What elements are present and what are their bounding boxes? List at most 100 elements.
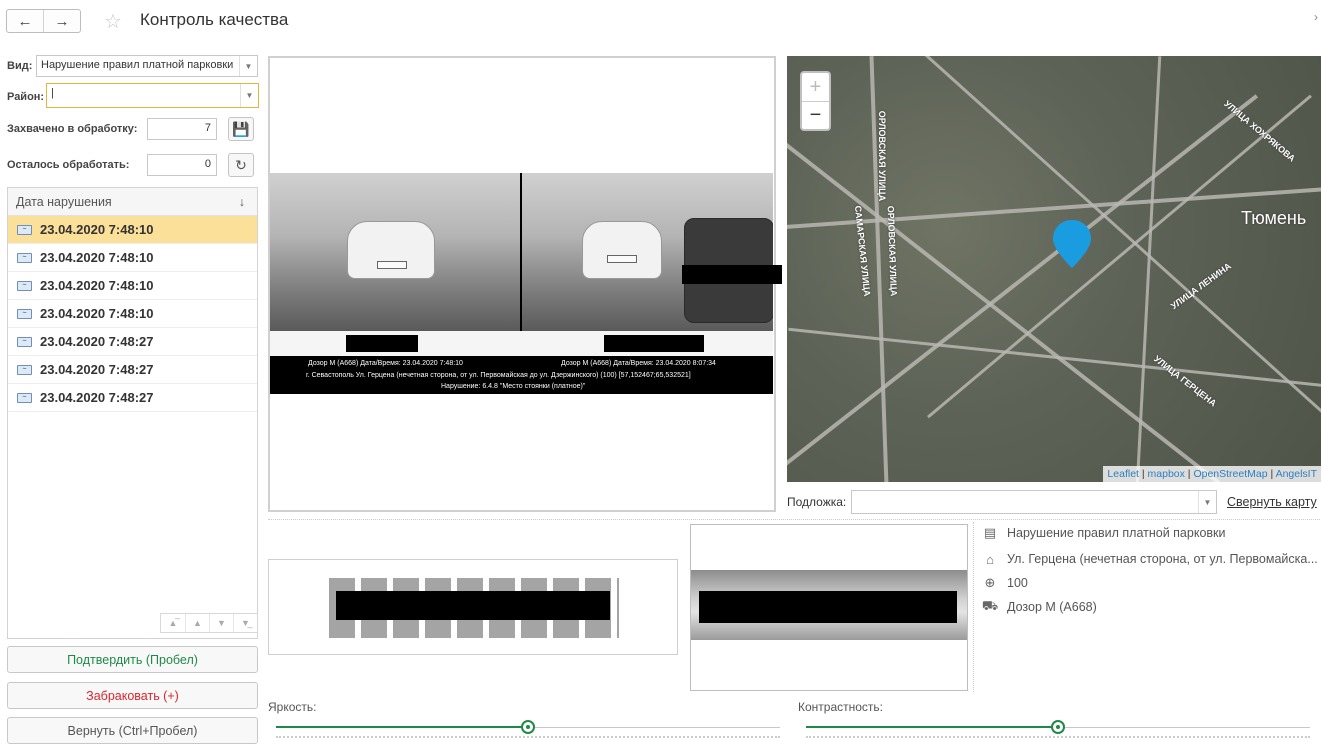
attrib-angelsit-link[interactable]: AngelsIT bbox=[1276, 468, 1317, 480]
slider-handle[interactable] bbox=[521, 720, 535, 734]
column-violation-date[interactable]: Дата нарушения bbox=[16, 195, 112, 209]
return-button[interactable]: Вернуть (Ctrl+Пробел) bbox=[7, 717, 258, 744]
district-label: Район: bbox=[7, 91, 45, 103]
dropdown-arrow-icon[interactable]: ▼ bbox=[239, 56, 257, 76]
table-row[interactable]: ~23.04.2020 7:48:27 bbox=[8, 356, 257, 384]
info-device: ⛟ Дозор М (А668) bbox=[981, 597, 1097, 617]
record-icon: ~ bbox=[17, 364, 32, 375]
page-title: Контроль качества bbox=[140, 10, 289, 29]
sort-down-icon[interactable]: ↓ bbox=[239, 195, 245, 209]
info-address-text: Ул. Герцена (нечетная сторона, от ул. Пе… bbox=[1007, 552, 1318, 566]
camera-frame-right bbox=[522, 173, 773, 331]
map-city-label: Тюмень bbox=[1241, 208, 1307, 228]
map-road bbox=[927, 94, 1312, 419]
scroll-down-icon[interactable]: ▼ bbox=[209, 614, 233, 632]
kind-label: Вид: bbox=[7, 60, 33, 72]
truck-icon: ⛟ bbox=[981, 598, 999, 613]
slider-ticks bbox=[276, 736, 780, 740]
car-image bbox=[582, 221, 662, 279]
attrib-leaflet-link[interactable]: Leaflet bbox=[1107, 468, 1139, 480]
slider-ticks bbox=[806, 736, 1310, 740]
reject-button[interactable]: Забраковать (+) bbox=[7, 682, 258, 709]
scroll-up-icon[interactable]: ▲ bbox=[185, 614, 209, 632]
info-zone-text: 100 bbox=[1007, 576, 1028, 590]
row-date: 23.04.2020 7:48:27 bbox=[40, 390, 154, 405]
caption-address: г. Севастополь Ул. Герцена (нечетная сто… bbox=[306, 372, 691, 379]
row-date: 23.04.2020 7:48:27 bbox=[40, 334, 154, 349]
record-icon: ~ bbox=[17, 252, 32, 263]
slider-fill bbox=[276, 726, 528, 728]
map-marker-icon[interactable] bbox=[1049, 216, 1095, 272]
info-device-text: Дозор М (А668) bbox=[1007, 600, 1097, 614]
record-icon: ~ bbox=[17, 308, 32, 319]
map-attribution: Leaflet | mapbox | OpenStreetMap | Angel… bbox=[1103, 466, 1321, 482]
district-input[interactable]: | bbox=[51, 87, 54, 99]
chevron-right-icon[interactable]: › bbox=[1314, 10, 1318, 24]
redaction bbox=[604, 335, 704, 352]
redaction bbox=[346, 335, 418, 352]
table-body: ~23.04.2020 7:48:10 ~23.04.2020 7:48:10 ~2… bbox=[8, 216, 257, 412]
table-row[interactable]: ~23.04.2020 7:48:10 bbox=[8, 244, 257, 272]
table-row[interactable]: ~23.04.2020 7:48:10 bbox=[8, 300, 257, 328]
row-date: 23.04.2020 7:48:10 bbox=[40, 306, 154, 321]
dropdown-arrow-icon[interactable]: ▼ bbox=[240, 84, 258, 107]
brightness-slider[interactable] bbox=[276, 718, 780, 740]
record-icon: ~ bbox=[17, 280, 32, 291]
contrast-slider[interactable] bbox=[806, 718, 1310, 740]
kind-select[interactable]: Нарушение правил платной парковки ▼ bbox=[36, 55, 258, 77]
plate-crop-box bbox=[690, 524, 968, 691]
caption-left: Дозор М (А668) Дата/Время: 23.04.2020 7:… bbox=[308, 360, 463, 367]
attrib-mapbox-link[interactable]: mapbox bbox=[1148, 468, 1185, 480]
redaction bbox=[682, 265, 782, 284]
map-view[interactable]: + − Тюмень ОРЛОВСКАЯ УЛИЦА САМАРСКАЯ УЛИ… bbox=[787, 56, 1321, 482]
remaining-field: 0 bbox=[147, 154, 217, 176]
remaining-label: Осталось обработать: bbox=[7, 159, 130, 171]
row-date: 23.04.2020 7:48:27 bbox=[40, 362, 154, 377]
scroll-bottom-icon[interactable]: ▼̲ bbox=[233, 614, 257, 632]
nav-buttons: ← → bbox=[6, 9, 81, 33]
car-image bbox=[347, 221, 435, 279]
divider bbox=[973, 522, 974, 692]
row-date: 23.04.2020 7:48:10 bbox=[40, 278, 154, 293]
redaction bbox=[336, 591, 610, 620]
map-road bbox=[1135, 56, 1162, 482]
slider-handle[interactable] bbox=[1051, 720, 1065, 734]
arrow-left-icon[interactable]: ← bbox=[7, 10, 43, 32]
star-icon[interactable]: ☆ bbox=[104, 9, 122, 34]
table-row[interactable]: ~23.04.2020 7:48:27 bbox=[8, 328, 257, 356]
refresh-button[interactable]: ↻ bbox=[228, 153, 254, 177]
table-header[interactable]: Дата нарушения ↓ bbox=[8, 188, 257, 216]
captured-field: 7 bbox=[147, 118, 217, 140]
table-row[interactable]: ~23.04.2020 7:48:10 bbox=[8, 216, 257, 244]
scroll-top-icon[interactable]: ▲̅ bbox=[161, 614, 185, 632]
slider-fill bbox=[806, 726, 1058, 728]
collapse-map-link[interactable]: Свернуть карту bbox=[1227, 495, 1317, 509]
arrow-right-icon[interactable]: → bbox=[43, 10, 80, 32]
table-row[interactable]: ~23.04.2020 7:48:10 bbox=[8, 272, 257, 300]
printer-icon: ▤ bbox=[983, 525, 997, 540]
caption-violation: Нарушение: 6.4.8 "Место стоянки (платное… bbox=[441, 383, 586, 390]
row-date: 23.04.2020 7:48:10 bbox=[40, 250, 154, 265]
table-row[interactable]: ~23.04.2020 7:48:27 bbox=[8, 384, 257, 412]
camera-frame-left bbox=[270, 173, 520, 331]
basemap-select[interactable]: ▼ bbox=[851, 490, 1217, 514]
caption-right: Дозор М (А668) Дата/Время: 23.04.2020 8:… bbox=[561, 360, 716, 367]
contrast-label: Контрастность: bbox=[798, 700, 884, 714]
basemap-label: Подложка: bbox=[787, 495, 847, 509]
map-street-label: УЛИЦА ГЕРЦЕНА bbox=[1152, 353, 1219, 409]
capture-button[interactable]: 💾 bbox=[228, 117, 254, 141]
zoom-in-button[interactable]: + bbox=[802, 73, 829, 101]
car-plate bbox=[607, 255, 637, 263]
district-select[interactable]: | ▼ bbox=[46, 83, 259, 108]
violations-table: Дата нарушения ↓ ~23.04.2020 7:48:10 ~23.… bbox=[7, 187, 258, 639]
info-violation-type: ▤ Нарушение правил платной парковки bbox=[981, 523, 1226, 543]
zoom-out-button[interactable]: − bbox=[802, 101, 829, 129]
attrib-osm-link[interactable]: OpenStreetMap bbox=[1193, 468, 1267, 480]
record-icon: ~ bbox=[17, 392, 32, 403]
redaction bbox=[699, 591, 957, 623]
info-zone: ⊕ 100 bbox=[981, 573, 1028, 593]
confirm-button[interactable]: Подтвердить (Пробел) bbox=[7, 646, 258, 673]
car-plate bbox=[377, 261, 407, 269]
kind-value: Нарушение правил платной парковки bbox=[41, 59, 234, 71]
dropdown-arrow-icon[interactable]: ▼ bbox=[1198, 491, 1216, 513]
